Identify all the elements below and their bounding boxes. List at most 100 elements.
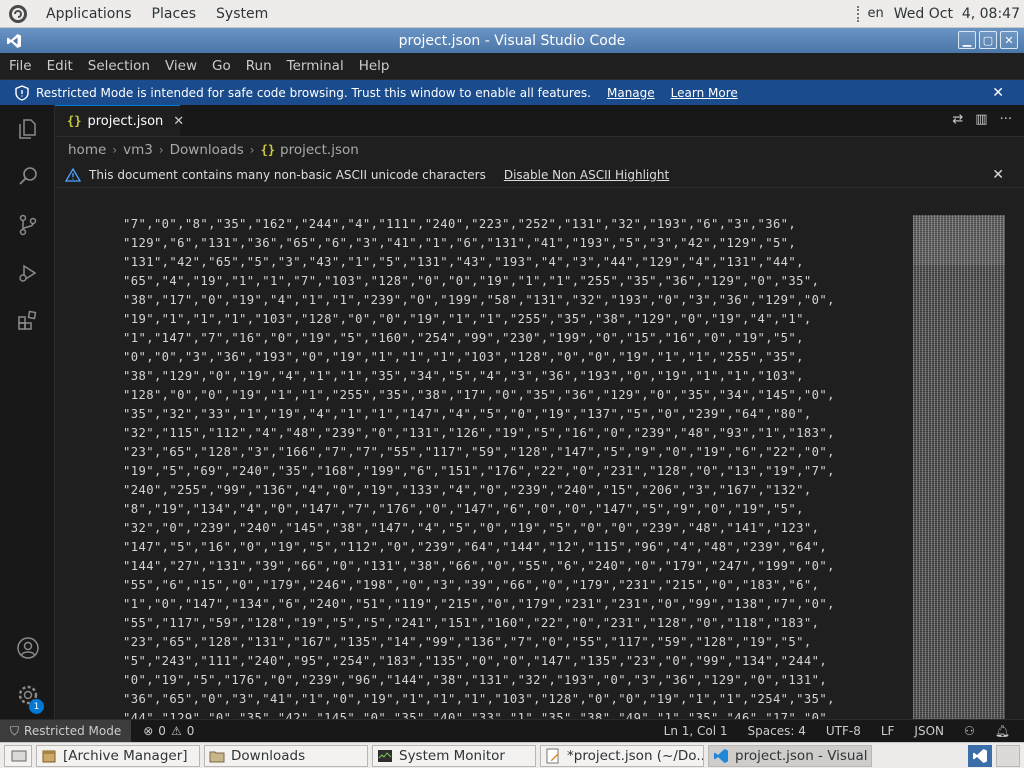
code-line[interactable]: "1","0","147","134","6","240","51","119"… xyxy=(55,595,913,614)
workspace-switcher[interactable] xyxy=(968,744,992,767)
code-line[interactable]: "1","147","7","16","0","19","5","160","2… xyxy=(55,329,913,348)
chevron-right-icon: › xyxy=(112,143,118,157)
code-line[interactable]: "23","65","128","131","167","135","14","… xyxy=(55,633,913,652)
accounts-icon[interactable] xyxy=(0,624,55,672)
cursor-position[interactable]: Ln 1, Col 1 xyxy=(664,724,728,738)
folder-icon xyxy=(209,751,225,762)
code-line[interactable]: "36","65","0","3","41","1","0","19","1",… xyxy=(55,690,913,709)
code-line[interactable]: "32","0","239","240","145","38","147","4… xyxy=(55,519,913,538)
code-line[interactable]: "8","19","134","4","0","147","7","176","… xyxy=(55,500,913,519)
panel-clock[interactable]: Wed Oct 4, 08:47 xyxy=(894,6,1020,22)
window-titlebar[interactable]: project.json - Visual Studio Code ▁ ▢ ✕ xyxy=(0,28,1024,53)
code-line[interactable]: "144","27","131","39","66","0","131","38… xyxy=(55,557,913,576)
search-icon[interactable] xyxy=(0,153,55,201)
feedback-icon[interactable]: ⚇ xyxy=(964,724,975,738)
applications-menu[interactable]: Applications xyxy=(36,6,142,22)
menu-run[interactable]: Run xyxy=(240,58,278,74)
source-control-icon[interactable] xyxy=(0,201,55,249)
desktop-top-panel: Applications Places System en Wed Oct 4,… xyxy=(0,0,1024,28)
code-line[interactable]: "35","32","33","1","19","4","1","1","147… xyxy=(55,405,913,424)
taskbar-text-editor[interactable]: *project.json (~/Do... xyxy=(540,744,704,767)
code-editor[interactable]: "7","0","8","35","162","244","4","111","… xyxy=(55,215,913,719)
menu-edit[interactable]: Edit xyxy=(41,58,79,74)
indentation[interactable]: Spaces: 4 xyxy=(748,724,806,738)
disable-non-ascii-highlight-link[interactable]: Disable Non ASCII Highlight xyxy=(504,168,669,182)
code-line[interactable]: "55","6","15","0","179","246","198","0",… xyxy=(55,576,913,595)
manage-link[interactable]: Manage xyxy=(607,86,655,100)
taskbar-archive-manager[interactable]: [Archive Manager] xyxy=(36,744,200,767)
breadcrumb-downloads[interactable]: Downloads xyxy=(170,142,244,158)
code-line[interactable]: "38","129","0","19","4","1","1","35","34… xyxy=(55,367,913,386)
open-changes-icon[interactable]: ⇄ xyxy=(952,112,963,127)
code-line[interactable]: "44","129","0","35","42","145","0","35",… xyxy=(55,709,913,719)
editor-scrollbar[interactable] xyxy=(1010,215,1024,719)
code-line[interactable]: "128","0","0","19","1","1","255","35","3… xyxy=(55,386,913,405)
code-line[interactable]: "129","6","131","36","65","6","3","41","… xyxy=(55,234,913,253)
learn-more-link[interactable]: Learn More xyxy=(671,86,738,100)
close-banner-icon[interactable]: ✕ xyxy=(992,85,1004,101)
show-desktop-button[interactable] xyxy=(4,744,32,767)
system-menu[interactable]: System xyxy=(206,6,278,22)
distro-logo-icon[interactable] xyxy=(7,3,29,25)
taskbar-label: System Monitor xyxy=(399,747,505,764)
error-icon: ⊗ xyxy=(143,724,154,738)
workspace-2[interactable] xyxy=(996,744,1020,767)
menu-go[interactable]: Go xyxy=(206,58,237,74)
menu-terminal[interactable]: Terminal xyxy=(281,58,350,74)
taskbar-label: project.json - Visual ... xyxy=(735,747,872,764)
code-line[interactable]: "240","255","99","136","4","0","19","133… xyxy=(55,481,913,500)
split-editor-icon[interactable]: ▥ xyxy=(975,112,987,127)
code-line[interactable]: "19","1","1","1","103","128","0","0","19… xyxy=(55,310,913,329)
keyboard-layout-indicator[interactable]: en xyxy=(868,6,884,21)
taskbar: [Archive Manager] Downloads System Monit… xyxy=(0,742,1024,768)
code-line[interactable]: "131","42","65","5","3","43","1","5","13… xyxy=(55,253,913,272)
code-line[interactable]: "7","0","8","35","162","244","4","111","… xyxy=(55,215,913,234)
close-tab-icon[interactable]: ✕ xyxy=(173,114,184,129)
extensions-icon[interactable] xyxy=(0,297,55,345)
close-warning-icon[interactable]: ✕ xyxy=(992,167,1004,183)
minimap[interactable] xyxy=(913,215,1005,719)
tab-project-json[interactable]: {} project.json ✕ xyxy=(55,105,184,136)
menu-view[interactable]: View xyxy=(159,58,203,74)
code-line[interactable]: "65","4","19","1","1","7","103","128","0… xyxy=(55,272,913,291)
breadcrumb-home[interactable]: home xyxy=(68,142,106,158)
manage-gear-icon[interactable]: 1 xyxy=(0,671,55,719)
language-mode[interactable]: JSON xyxy=(914,724,944,738)
taskbar-vscode[interactable]: project.json - Visual ... xyxy=(708,744,872,767)
workbench: 1 {} project.json ✕ ⇄ ▥ ··· home › vm3 ›… xyxy=(0,105,1024,719)
warning-count: 0 xyxy=(186,724,195,738)
code-line[interactable]: "23","65","128","3","166","7","7","55","… xyxy=(55,443,913,462)
end-of-line[interactable]: LF xyxy=(881,724,895,738)
taskbar-label: *project.json (~/Do... xyxy=(567,747,704,764)
more-actions-icon[interactable]: ··· xyxy=(1000,112,1012,127)
explorer-icon[interactable] xyxy=(0,105,55,153)
maximize-button[interactable]: ▢ xyxy=(979,31,997,49)
code-line[interactable]: "147","5","16","0","19","5","112","0","2… xyxy=(55,538,913,557)
menu-bar: File Edit Selection View Go Run Terminal… xyxy=(0,53,1024,80)
code-line[interactable]: "55","117","59","128","19","5","5","241"… xyxy=(55,614,913,633)
code-line[interactable]: "19","5","69","240","35","168","199","6"… xyxy=(55,462,913,481)
notifications-bell-icon[interactable]: 🔔︎ xyxy=(995,724,1010,738)
run-debug-icon[interactable] xyxy=(0,249,55,297)
code-line[interactable]: "5","243","111","240","95","254","183","… xyxy=(55,652,913,671)
taskbar-downloads[interactable]: Downloads xyxy=(204,744,368,767)
editor-area: {} project.json ✕ ⇄ ▥ ··· home › vm3 › D… xyxy=(55,105,1024,719)
menu-selection[interactable]: Selection xyxy=(82,58,156,74)
breadcrumb-file[interactable]: project.json xyxy=(280,142,359,158)
shield-icon: ⛉ xyxy=(10,723,20,738)
encoding[interactable]: UTF-8 xyxy=(826,724,861,738)
taskbar-system-monitor[interactable]: System Monitor xyxy=(372,744,536,767)
minimize-button[interactable]: ▁ xyxy=(958,31,976,49)
menu-file[interactable]: File xyxy=(3,58,38,74)
menu-help[interactable]: Help xyxy=(353,58,396,74)
code-line[interactable]: "0","19","5","176","0","239","96","144",… xyxy=(55,671,913,690)
taskbar-label: Downloads xyxy=(231,747,306,764)
problems-status[interactable]: ⊗ 0 ⚠ 0 xyxy=(143,724,194,738)
code-line[interactable]: "38","17","0","19","4","1","1","239","0"… xyxy=(55,291,913,310)
code-line[interactable]: "0","0","3","36","193","0","19","1","1",… xyxy=(55,348,913,367)
restricted-mode-status[interactable]: ⛉ Restricted Mode xyxy=(0,720,132,742)
code-line[interactable]: "32","115","112","4","48","239","0","131… xyxy=(55,424,913,443)
close-window-button[interactable]: ✕ xyxy=(1000,31,1018,49)
breadcrumb-vm3[interactable]: vm3 xyxy=(123,142,153,158)
places-menu[interactable]: Places xyxy=(142,6,207,22)
